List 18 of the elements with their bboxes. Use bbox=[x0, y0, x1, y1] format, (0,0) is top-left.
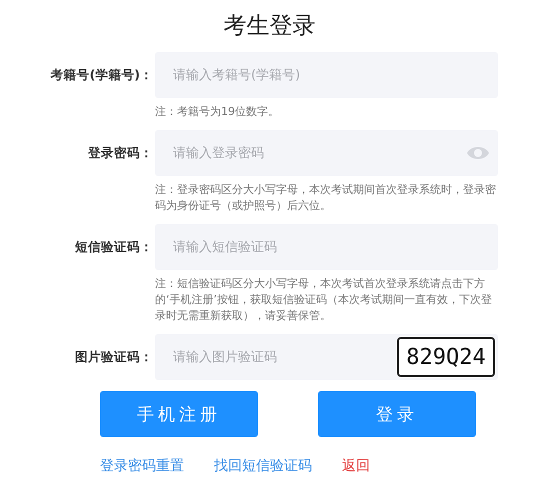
login-button[interactable]: 登录 bbox=[318, 391, 476, 437]
field-label: 考籍号(学籍号)： bbox=[50, 66, 154, 84]
register-button[interactable]: 手机注册 bbox=[100, 391, 258, 437]
eye-icon[interactable] bbox=[466, 145, 490, 161]
captcha-image[interactable]: 829Q24 bbox=[397, 337, 495, 377]
page-title: 考生登录 bbox=[222, 12, 316, 41]
input-field[interactable]: 请输入考籍号(学籍号) bbox=[155, 52, 498, 98]
input-field[interactable]: 请输入登录密码 bbox=[155, 130, 498, 176]
link[interactable]: 找回短信验证码 bbox=[214, 457, 312, 475]
field-note: 注：考籍号为19位数字。 bbox=[155, 104, 280, 120]
field-note: 注：短信验证码区分大小写字母，本次考试首次登录系统请点击下方的‘手机注册’按钮，获取短信验证码（本次考试期间一直有效，下次登录时无需重新获取），请妥善保管。 bbox=[155, 276, 493, 324]
link[interactable]: 登录密码重置 bbox=[100, 457, 184, 475]
input-field[interactable]: 请输入短信验证码 bbox=[155, 224, 498, 270]
field-label: 图片验证码： bbox=[74, 348, 154, 366]
field-label: 短信验证码： bbox=[74, 238, 154, 256]
field-label: 登录密码： bbox=[86, 144, 154, 162]
link[interactable]: 返回 bbox=[342, 457, 370, 475]
field-note: 注：登录密码区分大小写字母，本次考试期间首次登录系统时，登录密码为身份证号（或护照号）后六位。 bbox=[155, 182, 497, 214]
